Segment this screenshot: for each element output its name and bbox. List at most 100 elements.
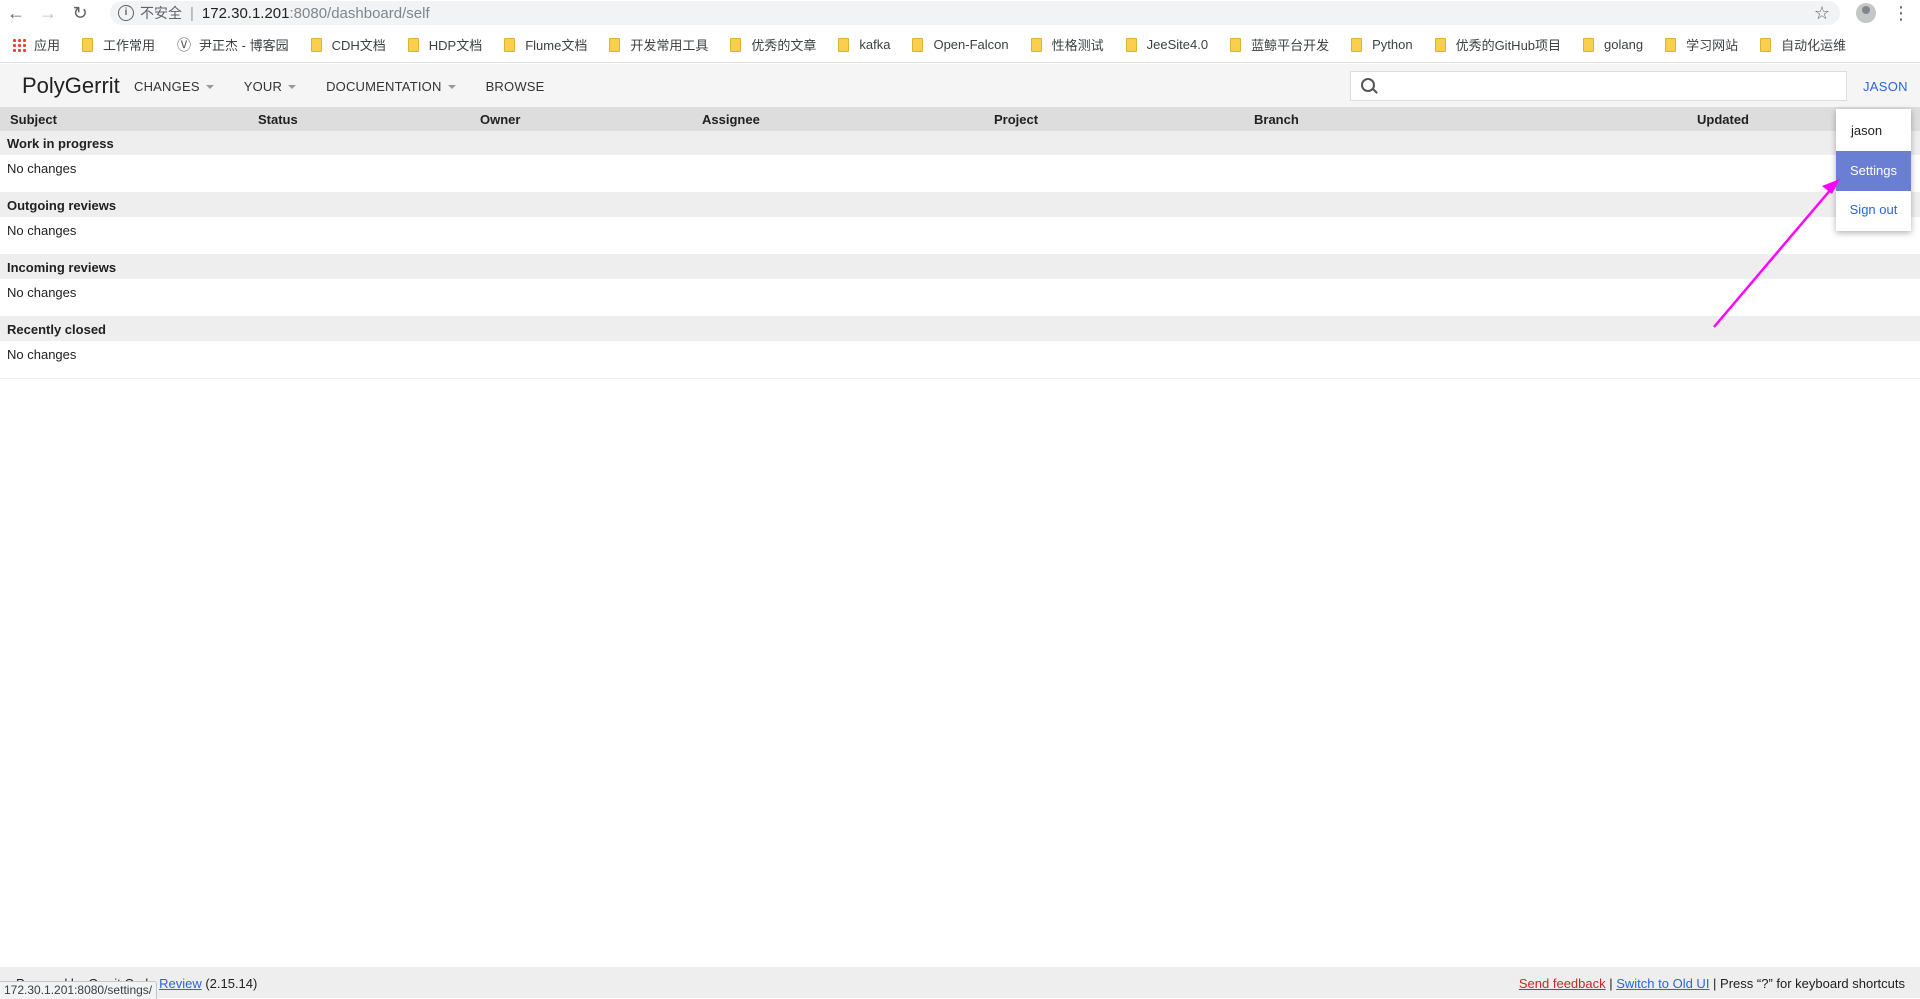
column-header-assignee: Assignee bbox=[702, 112, 760, 127]
bookmark-label: Flume文档 bbox=[525, 38, 588, 53]
bookmark-folder[interactable]: kafka bbox=[838, 37, 890, 52]
section-title-outgoing-reviews: Outgoing reviews bbox=[0, 193, 1920, 217]
footer: Powered by Gerrit Code Review (2.15.14) … bbox=[0, 967, 1920, 998]
settings-menu-item[interactable]: Settings bbox=[1836, 151, 1911, 191]
nav-label: DOCUMENTATION bbox=[326, 79, 442, 94]
bookmark-label: Open-Falcon bbox=[933, 37, 1009, 52]
bookmark-apps[interactable]: 应用 bbox=[12, 35, 60, 54]
column-header-updated: Updated bbox=[1697, 112, 1749, 127]
bookmark-label: HDP文档 bbox=[428, 38, 483, 53]
bookmark-folder[interactable]: 优秀的文章 bbox=[730, 35, 816, 54]
column-header-project: Project bbox=[994, 112, 1039, 127]
section-empty-row: No changes bbox=[0, 341, 1920, 379]
bookmark-label: 优秀的文章 bbox=[751, 38, 817, 53]
send-feedback-link[interactable]: Send feedback bbox=[1519, 976, 1606, 991]
section-empty-row: No changes bbox=[0, 155, 1920, 193]
bookmark-label: 性格测试 bbox=[1051, 38, 1104, 53]
search-box bbox=[1350, 71, 1847, 101]
profile-avatar-icon[interactable] bbox=[1856, 3, 1876, 23]
bookmark-folder[interactable]: 性格测试 bbox=[1030, 35, 1104, 54]
apps-grid-icon bbox=[12, 37, 26, 52]
bookmark-star-icon[interactable]: ☆ bbox=[1814, 3, 1830, 24]
section-empty-row: No changes bbox=[0, 217, 1920, 255]
column-header-branch: Branch bbox=[1254, 112, 1299, 127]
folder-icon bbox=[912, 37, 924, 52]
switch-old-ui-link[interactable]: Switch to Old UI bbox=[1616, 976, 1709, 991]
bookmark-label: kafka bbox=[859, 37, 891, 52]
folder-icon bbox=[1760, 37, 1772, 52]
section-title-incoming-reviews: Incoming reviews bbox=[0, 255, 1920, 279]
reload-button[interactable]: ↻ bbox=[64, 0, 96, 27]
nav-your[interactable]: YOUR bbox=[243, 79, 297, 94]
nav-documentation[interactable]: DOCUMENTATION bbox=[326, 79, 456, 94]
bookmark-folder[interactable]: 开发常用工具 bbox=[609, 35, 708, 54]
app-logo[interactable]: PolyGerrit bbox=[22, 73, 120, 99]
bookmark-folder[interactable]: 自动化运维 bbox=[1760, 35, 1846, 54]
bookmark-folder[interactable]: CDH文档 bbox=[310, 35, 386, 54]
address-bar[interactable]: i 不安全 | 172.30.1.201:8080/dashboard/self… bbox=[110, 1, 1840, 25]
bookmark-folder[interactable]: 优秀的GitHub项目 bbox=[1434, 35, 1562, 54]
bookmark-label: 学习网站 bbox=[1686, 38, 1739, 53]
reload-icon: ↻ bbox=[72, 3, 88, 23]
bookmark-label: 开发常用工具 bbox=[630, 38, 709, 53]
bookmark-folder[interactable]: 工作常用 bbox=[82, 35, 155, 54]
folder-icon bbox=[82, 37, 94, 52]
bookmark-site[interactable]: Ⓥ 尹正杰 - 博客园 bbox=[177, 35, 289, 55]
column-header-status: Status bbox=[258, 112, 298, 127]
gerrit-review-link[interactable]: Review bbox=[159, 976, 202, 991]
caret-down-icon bbox=[447, 84, 456, 89]
folder-icon bbox=[1665, 37, 1677, 52]
bookmark-label: Python bbox=[1372, 37, 1413, 52]
nav-changes[interactable]: CHANGES bbox=[134, 79, 214, 94]
section-title-recently-closed: Recently closed bbox=[0, 317, 1920, 341]
bookmark-label: JeeSite4.0 bbox=[1146, 37, 1209, 52]
sign-out-menu-item[interactable]: Sign out bbox=[1836, 202, 1911, 217]
caret-down-icon bbox=[288, 84, 297, 89]
nav-label: CHANGES bbox=[134, 79, 200, 94]
folder-icon bbox=[1125, 37, 1137, 52]
bookmark-folder[interactable]: golang bbox=[1583, 37, 1643, 52]
bookmark-label: golang bbox=[1604, 37, 1644, 52]
folder-icon bbox=[1434, 37, 1446, 52]
bookmark-folder[interactable]: HDP文档 bbox=[407, 35, 483, 54]
bookmark-label: 优秀的GitHub项目 bbox=[1455, 38, 1562, 53]
folder-icon bbox=[1230, 37, 1242, 52]
folder-icon bbox=[1351, 37, 1363, 52]
address-separator: | bbox=[190, 4, 194, 22]
arrow-right-icon: → bbox=[39, 3, 57, 23]
link-status-bubble: 172.30.1.201:8080/settings/ bbox=[0, 981, 158, 999]
browser-toolbar: ← → ↻ i 不安全 | 172.30.1.201:8080/dashboar… bbox=[0, 0, 1920, 27]
back-button[interactable]: ← bbox=[0, 0, 32, 27]
forward-button[interactable]: → bbox=[32, 0, 64, 27]
nav-browse[interactable]: BROWSE bbox=[486, 79, 545, 94]
account-dropdown: jason Settings Sign out bbox=[1836, 109, 1911, 231]
bookmark-label: CDH文档 bbox=[331, 38, 386, 53]
search-icon bbox=[1361, 78, 1375, 92]
caret-down-icon bbox=[205, 84, 214, 89]
bookmark-folder[interactable]: JeeSite4.0 bbox=[1125, 37, 1209, 52]
folder-icon bbox=[407, 37, 419, 52]
url-host: 172.30.1.201 bbox=[201, 4, 290, 22]
insecure-label: 不安全 bbox=[140, 5, 182, 21]
gerrit-header: PolyGerrit CHANGES YOUR DOCUMENTATION BR… bbox=[0, 64, 1920, 108]
bookmarks-bar: 应用 工作常用 Ⓥ 尹正杰 - 博客园 CDH文档 HDP文档 Flume文档 开… bbox=[0, 27, 1920, 63]
search-input[interactable] bbox=[1383, 75, 1837, 99]
account-menu-button[interactable]: JASON bbox=[1863, 79, 1908, 94]
site-icon: Ⓥ bbox=[177, 36, 192, 53]
bookmark-folder[interactable]: 学习网站 bbox=[1665, 35, 1738, 54]
browser-menu-icon[interactable]: ⋮ bbox=[1892, 2, 1910, 24]
bookmark-folder[interactable]: Python bbox=[1351, 37, 1413, 52]
account-name: jason bbox=[1851, 123, 1883, 138]
bookmark-label: 蓝鲸平台开发 bbox=[1251, 38, 1330, 53]
bookmark-folder[interactable]: 蓝鲸平台开发 bbox=[1230, 35, 1329, 54]
column-header-owner: Owner bbox=[480, 112, 521, 127]
folder-icon bbox=[504, 37, 516, 52]
top-nav: CHANGES YOUR DOCUMENTATION BROWSE bbox=[134, 79, 575, 94]
footer-version: (2.15.14) bbox=[201, 976, 258, 991]
nav-label: YOUR bbox=[243, 79, 283, 94]
bookmark-folder[interactable]: Flume文档 bbox=[504, 35, 587, 54]
bookmark-folder[interactable]: Open-Falcon bbox=[912, 37, 1009, 52]
info-icon[interactable]: i bbox=[118, 5, 134, 21]
change-table-header: Subject Status Owner Assignee Project Br… bbox=[0, 108, 1920, 131]
folder-icon bbox=[609, 37, 621, 52]
